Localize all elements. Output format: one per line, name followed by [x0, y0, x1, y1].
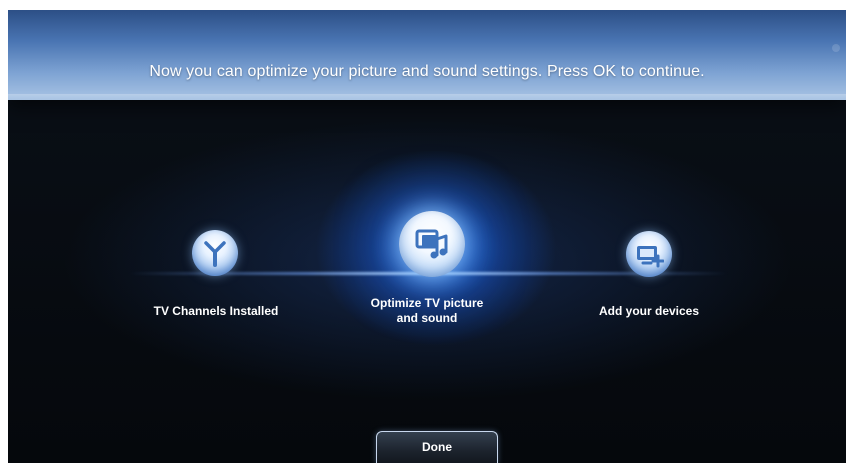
- corner-indicator: [832, 44, 840, 52]
- done-button[interactable]: Done: [376, 431, 498, 463]
- picture-sound-icon: [399, 211, 465, 277]
- add-device-icon: [626, 231, 672, 277]
- step-label-tv-channels: TV Channels Installed: [153, 304, 279, 318]
- header-message: Now you can optimize your picture and so…: [149, 63, 705, 80]
- header-banner: Now you can optimize your picture and so…: [8, 10, 846, 100]
- antenna-icon: [192, 230, 238, 276]
- step-label-optimize-line2: and sound: [396, 311, 458, 325]
- step-label-optimize-line1: Optimize TV picture: [370, 296, 484, 310]
- step-label-add-devices: Add your devices: [598, 304, 700, 318]
- tv-setup-screen: Now you can optimize your picture and so…: [8, 10, 846, 463]
